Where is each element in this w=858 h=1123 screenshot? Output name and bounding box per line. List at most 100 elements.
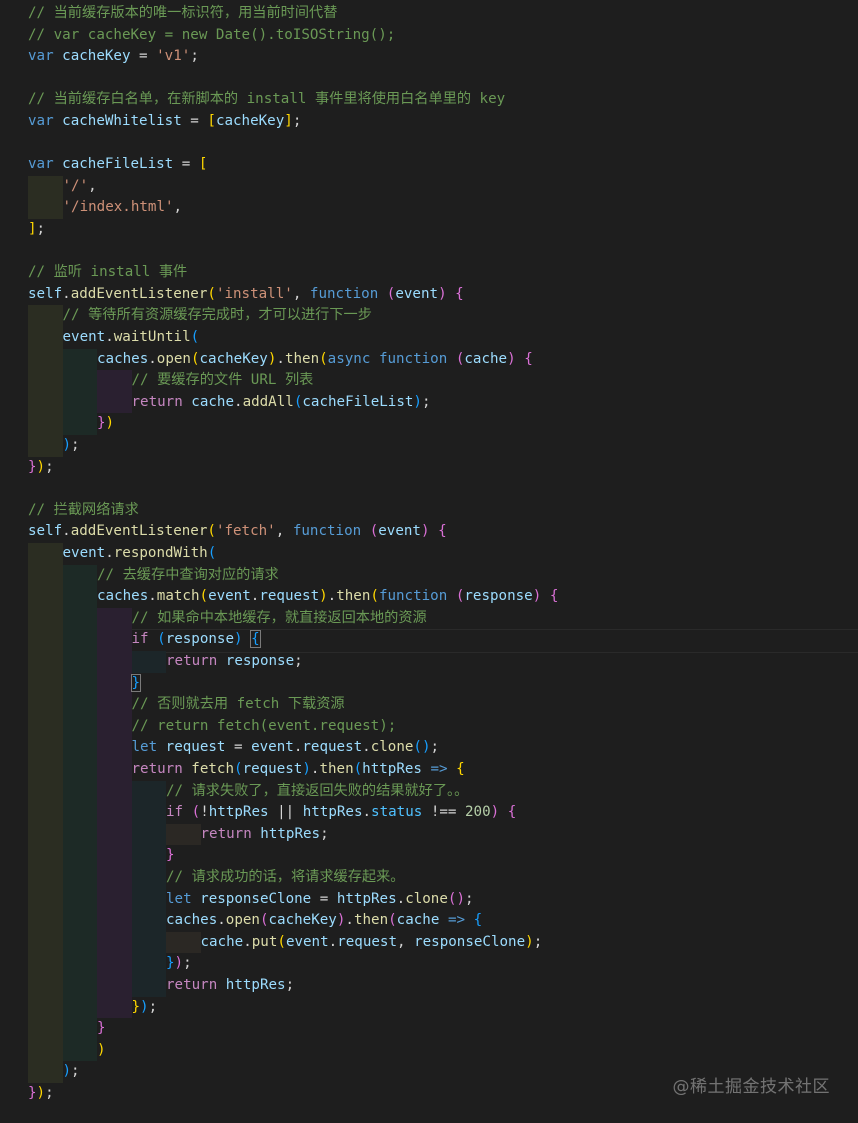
code-line[interactable]: // 如果命中本地缓存，就直接返回本地的资源 [0,607,858,630]
code-line[interactable]: caches.open(cacheKey).then(async functio… [0,348,858,371]
code-line[interactable]: var cacheKey = 'v1'; [0,46,858,68]
code-token: var [28,156,54,173]
code-text: ); [63,1061,80,1083]
code-token: ) [36,1085,46,1101]
indent-guide [166,823,201,846]
code-line[interactable]: // var cacheKey = new Date().toISOString… [0,25,858,47]
code-line[interactable]: // 请求成功的话，将请求缓存起来。 [0,867,858,889]
code-token: ( [191,804,201,821]
code-token: = [311,890,337,907]
code-line[interactable] [0,133,858,155]
code-line[interactable]: self.addEventListener('install', functio… [0,284,858,306]
code-line[interactable]: return fetch(request).then(httpRes => { [0,759,858,781]
code-line[interactable]: // 要缓存的文件 URL 列表 [0,370,858,392]
code-text: let request = event.request.clone(); [132,737,440,759]
indent-guide [28,802,63,824]
code-line[interactable]: caches.open(cacheKey).then(cache => { [0,910,858,932]
code-line[interactable]: event.respondWith( [0,543,858,565]
code-token: ( [199,588,209,605]
code-line[interactable]: // return fetch(event.request); [0,715,858,738]
code-token: } [28,458,37,475]
code-line[interactable]: self.addEventListener('fetch', function … [0,521,858,543]
code-line[interactable]: return cache.addAll(cacheFileList); [0,391,858,414]
code-line[interactable]: '/', [0,175,858,198]
code-line[interactable]: } [0,845,858,867]
code-line[interactable]: ) [0,1039,858,1062]
code-line[interactable]: let request = event.request.clone(); [0,737,858,759]
code-line[interactable]: // 否则就去用 fetch 下载资源 [0,694,858,716]
indent-guide [131,845,166,867]
code-line[interactable]: return response; [0,651,858,673]
code-line[interactable]: var cacheWhitelist = [cacheKey]; [0,111,858,133]
indent-guide [28,607,63,630]
indent-guide [62,845,97,867]
code-token: request [302,739,363,756]
code-token: ; [533,933,543,950]
code-editor[interactable]: // 当前缓存版本的唯一标识符，用当前时间代替 // var cacheKey =… [0,0,858,1123]
code-line[interactable]: } [0,1018,858,1040]
code-line[interactable]: // 当前缓存版本的唯一标识符，用当前时间代替 [0,3,858,25]
code-line[interactable]: if (!httpRes || httpRes.status !== 200) … [0,802,858,824]
code-token: ) [234,631,243,648]
indent-guide [28,651,63,673]
code-line[interactable]: // 当前缓存白名单，在新脚本的 install 事件里将使用白名单里的 key [0,89,858,111]
code-line[interactable] [0,478,858,500]
code-line[interactable]: }); [0,457,858,479]
code-token: '/' [62,177,89,194]
indent-guide [28,975,63,997]
code-token: ( [157,631,166,648]
code-token: ] [284,113,293,129]
code-line[interactable]: // 请求失败了，直接返回失败的结果就好了。。 [0,780,858,803]
code-text: self.addEventListener('install', functio… [28,284,464,306]
code-token: return [166,653,218,669]
code-token: => [447,912,466,929]
code-line[interactable]: // 去缓存中查询对应的请求 [0,564,858,587]
code-line[interactable]: // 拦截网络请求 [0,500,858,522]
code-text: // 等待所有资源缓存完成时，才可以进行下一步 [63,305,372,327]
code-line[interactable]: let responseClone = httpRes.clone(); [0,888,858,911]
code-line[interactable]: event.waitUntil( [0,327,858,349]
code-token: ; [36,221,46,237]
code-line[interactable]: } [0,672,858,695]
code-line[interactable]: cache.put(event.request, responseClone); [0,931,858,954]
code-line[interactable]: if (response) { [0,629,858,653]
code-token: httpRes [225,977,286,993]
code-token: // 请求成功的话，将请求缓存起来。 [166,869,405,885]
indent-guide [97,910,132,932]
code-line[interactable]: // 等待所有资源缓存完成时，才可以进行下一步 [0,305,858,327]
code-text: event.respondWith( [63,543,217,565]
code-line[interactable]: // 监听 install 事件 [0,262,858,284]
code-line[interactable]: '/index.html', [0,197,858,219]
indent-guide [166,931,201,954]
code-text: }); [28,457,54,479]
code-line[interactable]: ); [0,435,858,457]
code-text: ]; [28,219,45,241]
code-line[interactable]: }) [0,413,858,435]
code-line[interactable] [0,241,858,263]
code-line[interactable]: return httpRes; [0,823,858,846]
code-token: return [131,393,183,410]
code-token: ; [183,955,192,972]
code-token: => [430,761,448,777]
indent-guide [28,888,63,911]
code-token: ; [421,393,431,410]
code-line[interactable] [0,68,858,90]
indent-guide [97,953,132,975]
indent-guide [97,672,132,695]
code-line[interactable]: }); [0,996,858,1019]
code-text: if (!httpRes || httpRes.status !== 200) … [166,802,516,824]
code-line[interactable]: var cacheFileList = [ [0,154,858,176]
code-token: // 要缓存的文件 URL 列表 [131,372,314,389]
code-token: . [362,804,372,821]
code-token: { [456,761,465,777]
code-line[interactable]: }); [0,953,858,975]
code-line[interactable]: caches.match(event.request).then(functio… [0,586,858,608]
code-token: httpRes [260,825,321,842]
code-text: // 去缓存中查询对应的请求 [97,565,279,587]
code-token: ; [465,890,474,907]
code-line[interactable]: return httpRes; [0,975,858,997]
code-line[interactable]: ]; [0,219,858,241]
